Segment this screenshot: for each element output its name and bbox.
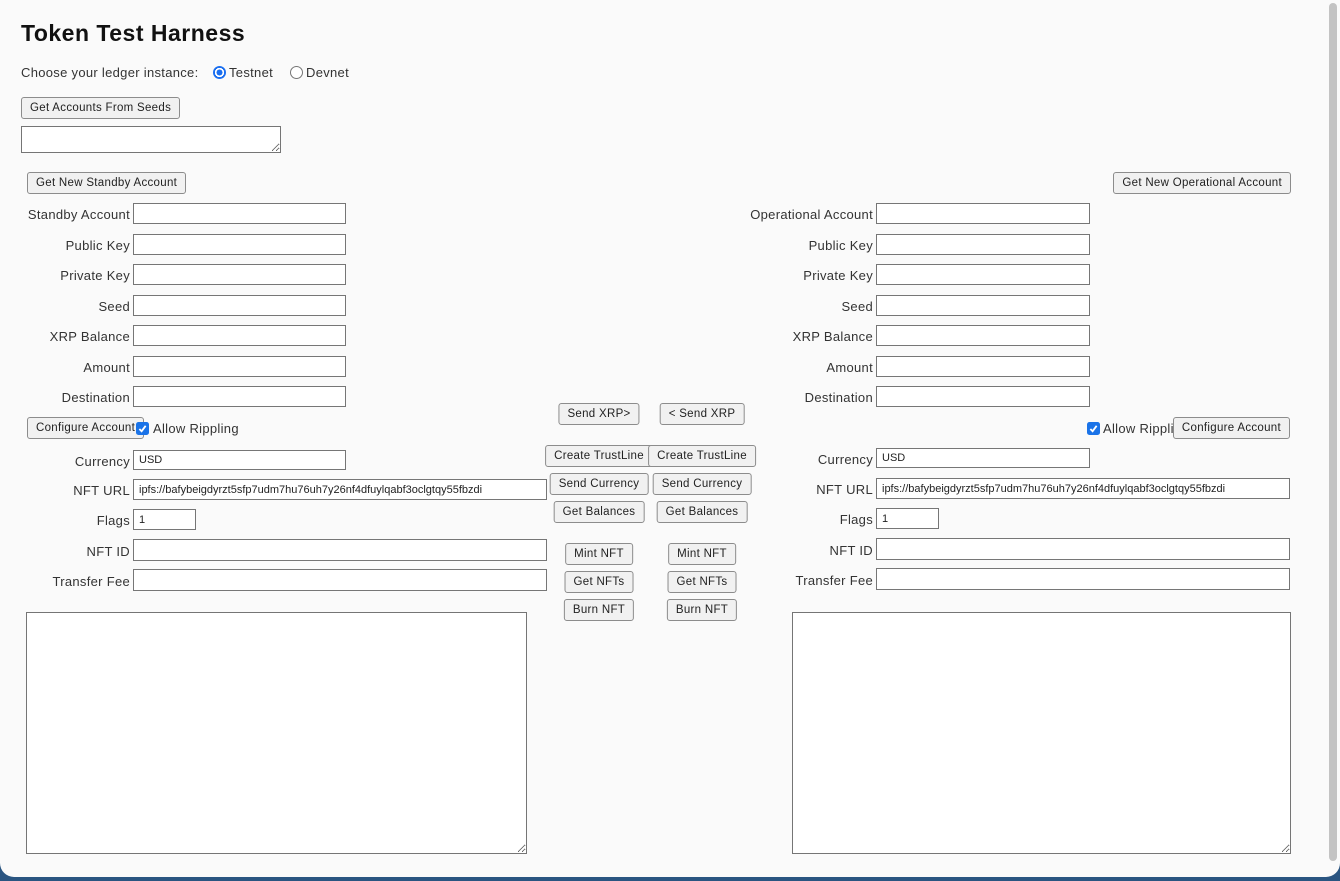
testnet-radio-label[interactable]: Testnet [229,65,273,80]
standby-public-key-input[interactable] [133,234,346,255]
operational-nft-id-label: NFT ID [600,543,873,558]
checkmark-icon [138,424,147,433]
standby-burn-nft-button[interactable]: Burn NFT [564,599,634,621]
standby-nft-url-label: NFT URL [0,483,130,498]
devnet-radio-label[interactable]: Devnet [306,65,349,80]
operational-destination-label: Destination [600,390,873,405]
operational-seed-input[interactable] [876,295,1090,316]
standby-seed-label: Seed [0,299,130,314]
operational-currency-input[interactable] [876,448,1090,468]
operational-amount-label: Amount [600,360,873,375]
operational-nft-url-input[interactable] [876,478,1290,499]
standby-currency-input[interactable] [133,450,346,470]
operational-amount-input[interactable] [876,356,1090,377]
standby-private-key-label: Private Key [0,268,130,283]
operational-nft-id-input[interactable] [876,538,1290,560]
standby-destination-label: Destination [0,390,130,405]
standby-nft-url-input[interactable] [133,479,547,500]
page-title: Token Test Harness [21,20,245,47]
checkmark-icon [1089,424,1098,433]
operational-public-key-input[interactable] [876,234,1090,255]
standby-nft-id-label: NFT ID [0,544,130,559]
operational-xrp-balance-label: XRP Balance [600,329,873,344]
standby-xrp-balance-label: XRP Balance [0,329,130,344]
standby-allow-rippling-label: Allow Rippling [153,421,239,436]
standby-account-input[interactable] [133,203,346,224]
get-accounts-from-seeds-button[interactable]: Get Accounts From Seeds [21,97,180,119]
standby-results-textarea[interactable] [26,612,527,854]
operational-private-key-input[interactable] [876,264,1090,285]
operational-flags-label: Flags [600,512,873,527]
operational-allow-rippling-checkbox[interactable] [1087,422,1100,435]
standby-configure-account-button[interactable]: Configure Account [27,417,144,439]
get-new-operational-account-button[interactable]: Get New Operational Account [1113,172,1291,194]
operational-flags-input[interactable] [876,508,939,529]
standby-public-key-label: Public Key [0,238,130,253]
token-test-harness-page: Token Test Harness Choose your ledger in… [0,0,1340,877]
standby-currency-label: Currency [0,454,130,469]
seeds-textarea[interactable] [21,126,281,153]
standby-destination-input[interactable] [133,386,346,407]
standby-transfer-fee-input[interactable] [133,569,547,591]
standby-amount-label: Amount [0,360,130,375]
operational-currency-label: Currency [600,452,873,467]
operational-xrp-balance-input[interactable] [876,325,1090,346]
operational-nft-url-label: NFT URL [600,482,873,497]
ledger-instance-label: Choose your ledger instance: [21,65,199,80]
standby-account-label: Standby Account [0,207,130,222]
standby-send-xrp-button[interactable]: Send XRP> [558,403,639,425]
vertical-scrollbar-thumb[interactable] [1329,3,1337,861]
standby-flags-label: Flags [0,513,130,528]
standby-allow-rippling-checkbox[interactable] [136,422,149,435]
standby-amount-input[interactable] [133,356,346,377]
operational-account-label: Operational Account [600,207,873,222]
operational-send-xrp-button[interactable]: < Send XRP [660,403,745,425]
operational-transfer-fee-label: Transfer Fee [600,573,873,588]
operational-account-input[interactable] [876,203,1090,224]
standby-xrp-balance-input[interactable] [133,325,346,346]
operational-public-key-label: Public Key [600,238,873,253]
standby-transfer-fee-label: Transfer Fee [0,574,130,589]
standby-seed-input[interactable] [133,295,346,316]
operational-seed-label: Seed [600,299,873,314]
standby-nft-id-input[interactable] [133,539,547,561]
operational-transfer-fee-input[interactable] [876,568,1290,590]
get-new-standby-account-button[interactable]: Get New Standby Account [27,172,186,194]
operational-private-key-label: Private Key [600,268,873,283]
testnet-radio[interactable] [213,66,226,79]
operational-burn-nft-button[interactable]: Burn NFT [667,599,737,621]
operational-configure-account-button[interactable]: Configure Account [1173,417,1290,439]
operational-results-textarea[interactable] [792,612,1291,854]
operational-destination-input[interactable] [876,386,1090,407]
devnet-radio[interactable] [290,66,303,79]
standby-private-key-input[interactable] [133,264,346,285]
standby-flags-input[interactable] [133,509,196,530]
